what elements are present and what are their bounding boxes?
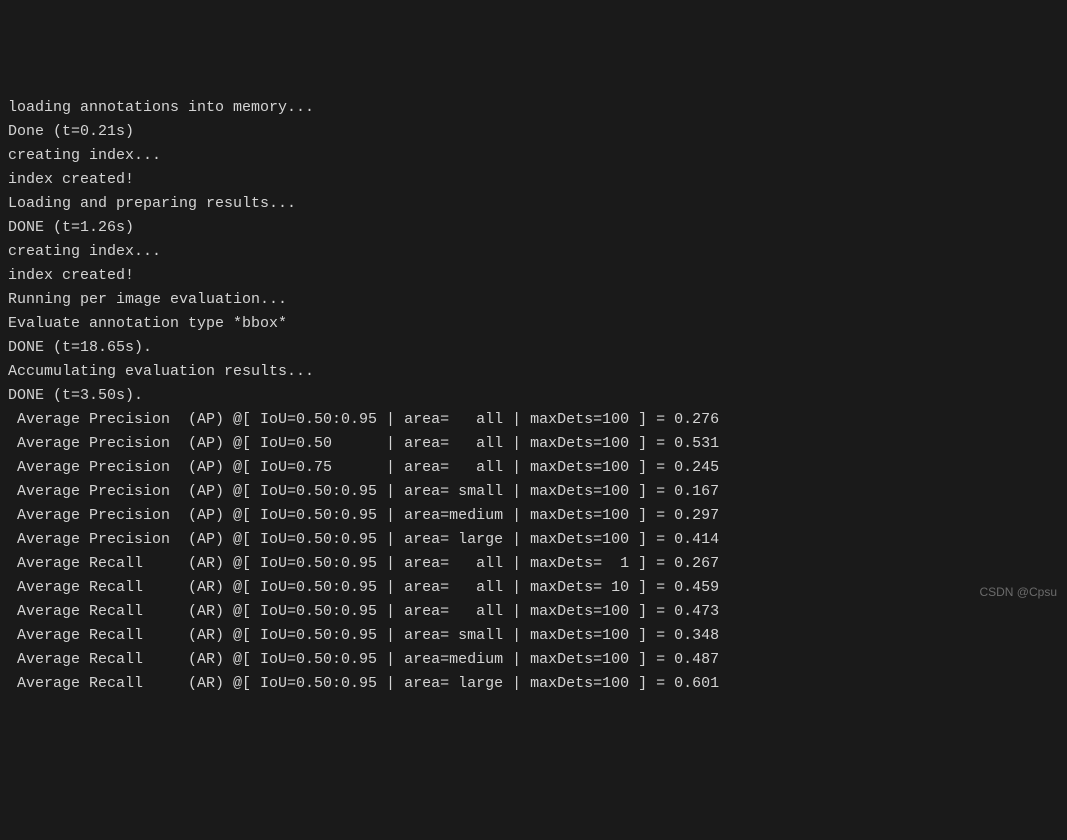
metric-line: Average Precision (AP) @[ IoU=0.50 | are… (8, 432, 1059, 456)
metric-line: Average Recall (AR) @[ IoU=0.50:0.95 | a… (8, 552, 1059, 576)
metric-line: Average Recall (AR) @[ IoU=0.50:0.95 | a… (8, 648, 1059, 672)
log-line: Loading and preparing results... (8, 192, 1059, 216)
metric-line: Average Recall (AR) @[ IoU=0.50:0.95 | a… (8, 576, 1059, 600)
log-line: DONE (t=3.50s). (8, 384, 1059, 408)
metric-line: Average Precision (AP) @[ IoU=0.50:0.95 … (8, 504, 1059, 528)
log-line: Accumulating evaluation results... (8, 360, 1059, 384)
metric-line: Average Recall (AR) @[ IoU=0.50:0.95 | a… (8, 624, 1059, 648)
log-line: index created! (8, 168, 1059, 192)
metric-line: Average Recall (AR) @[ IoU=0.50:0.95 | a… (8, 600, 1059, 624)
metric-line: Average Precision (AP) @[ IoU=0.50:0.95 … (8, 528, 1059, 552)
log-line: index created! (8, 264, 1059, 288)
metric-line: Average Recall (AR) @[ IoU=0.50:0.95 | a… (8, 672, 1059, 696)
metric-line: Average Precision (AP) @[ IoU=0.50:0.95 … (8, 480, 1059, 504)
watermark-text: CSDN @Cpsu (979, 583, 1057, 602)
log-line: creating index... (8, 144, 1059, 168)
log-line: creating index... (8, 240, 1059, 264)
log-line: Done (t=0.21s) (8, 120, 1059, 144)
terminal-output: loading annotations into memory...Done (… (8, 96, 1059, 696)
log-line: DONE (t=18.65s). (8, 336, 1059, 360)
log-line: Evaluate annotation type *bbox* (8, 312, 1059, 336)
log-line: Running per image evaluation... (8, 288, 1059, 312)
log-line: loading annotations into memory... (8, 96, 1059, 120)
log-line: DONE (t=1.26s) (8, 216, 1059, 240)
metric-line: Average Precision (AP) @[ IoU=0.50:0.95 … (8, 408, 1059, 432)
metric-line: Average Precision (AP) @[ IoU=0.75 | are… (8, 456, 1059, 480)
